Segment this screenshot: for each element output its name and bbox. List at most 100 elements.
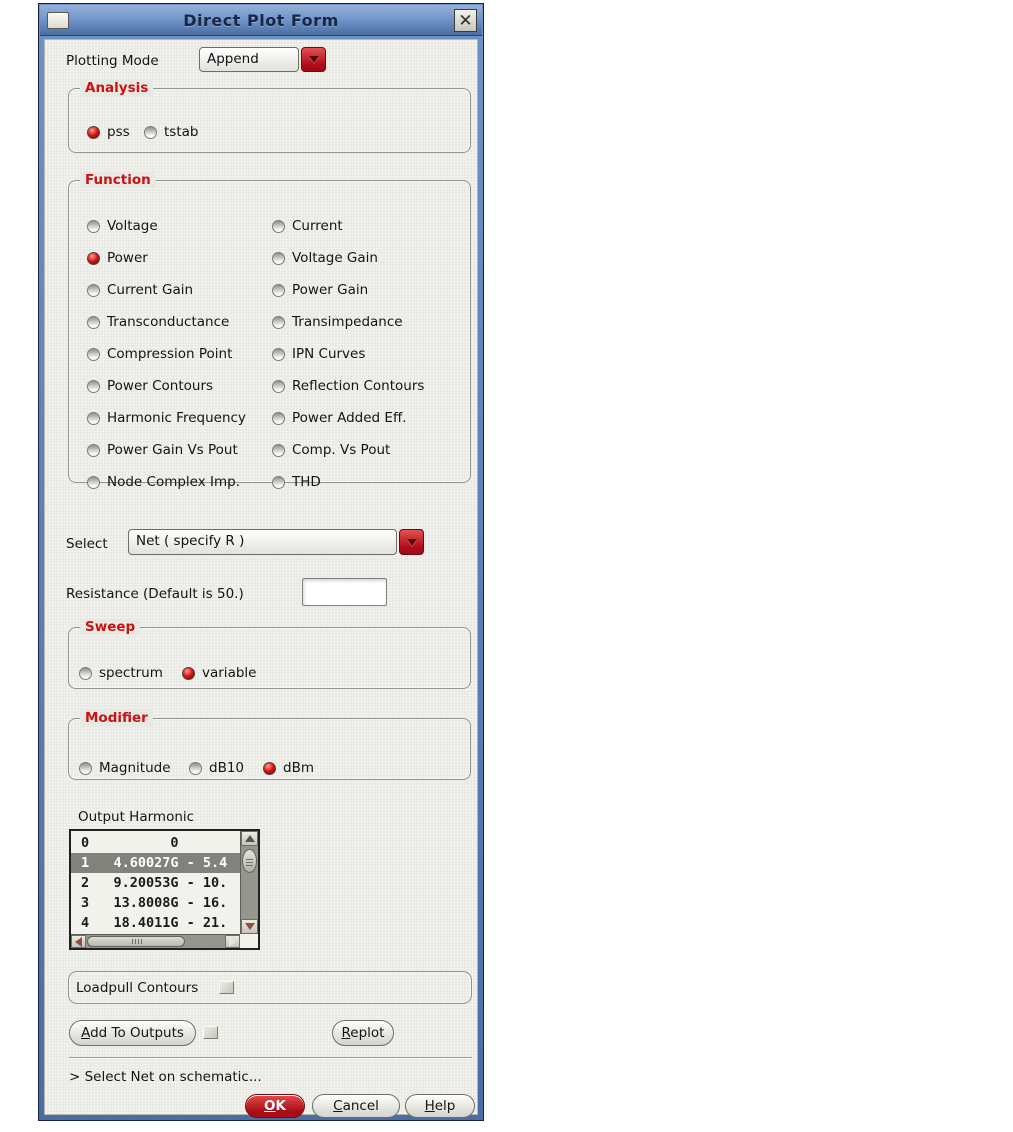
triangle-left-icon	[75, 936, 82, 947]
radio-option-comp-vs-pout[interactable]: Comp. Vs Pout	[272, 442, 424, 458]
dropdown-arrow-button[interactable]	[399, 529, 424, 555]
radio-option-variable[interactable]: variable	[182, 665, 256, 681]
radio-icon	[272, 443, 285, 457]
radio-option-voltage[interactable]: Voltage	[87, 218, 272, 234]
harmonic-row[interactable]: 0 0	[71, 833, 240, 853]
radio-icon	[189, 761, 202, 775]
radio-option-thd[interactable]: THD	[272, 474, 424, 490]
radio-option-harmonic-frequency[interactable]: Harmonic Frequency	[87, 410, 272, 426]
chevron-down-icon	[308, 56, 319, 63]
radio-icon	[144, 125, 157, 139]
direct-plot-form-window: Direct Plot Form ✕ Plotting Mode Append …	[38, 3, 484, 1121]
radio-option-current-gain[interactable]: Current Gain	[87, 282, 272, 298]
radio-icon	[87, 379, 100, 393]
radio-icon	[272, 315, 285, 329]
vertical-scroll-thumb[interactable]	[242, 849, 257, 873]
radio-option-voltage-gain[interactable]: Voltage Gain	[272, 250, 424, 266]
radio-option-db10[interactable]: dB10	[189, 760, 244, 776]
radio-icon	[87, 283, 100, 297]
loadpull-label: Loadpull Contours	[76, 980, 199, 996]
radio-option-power-gain-vs-pout[interactable]: Power Gain Vs Pout	[87, 442, 272, 458]
radio-icon	[87, 443, 100, 457]
analysis-group-title: Analysis	[80, 80, 154, 96]
radio-icon	[79, 666, 92, 680]
radio-option-transconductance[interactable]: Transconductance	[87, 314, 272, 330]
radio-option-power-gain[interactable]: Power Gain	[272, 282, 424, 298]
scroll-left-icon[interactable]	[71, 935, 86, 948]
harmonic-row[interactable]: 1 4.60027G - 5.4	[71, 853, 240, 873]
divider	[69, 1057, 472, 1059]
scroll-down-icon[interactable]	[241, 919, 258, 934]
select-label: Select	[66, 536, 108, 552]
output-harmonic-list: 0 0 1 4.60027G - 5.4 2 9.20053G - 10. 3 …	[69, 829, 260, 950]
radio-option-reflection-contours[interactable]: Reflection Contours	[272, 378, 424, 394]
close-icon[interactable]: ✕	[454, 9, 477, 32]
chevron-down-icon	[406, 538, 417, 546]
radio-option-power-contours[interactable]: Power Contours	[87, 378, 272, 394]
radio-icon	[272, 283, 285, 297]
scrollbar-corner	[240, 934, 258, 948]
radio-icon	[87, 411, 100, 425]
radio-option-node-complex-imp[interactable]: Node Complex Imp.	[87, 474, 272, 490]
window-title: Direct Plot Form	[183, 10, 339, 30]
radio-icon	[272, 475, 285, 489]
radio-option-transimpedance[interactable]: Transimpedance	[272, 314, 424, 330]
radio-option-ipn-curves[interactable]: IPN Curves	[272, 346, 424, 362]
radio-icon	[87, 125, 100, 139]
radio-icon	[272, 251, 285, 265]
radio-option-dbm[interactable]: dBm	[263, 760, 314, 776]
plotting-mode-value: Append	[199, 47, 299, 72]
plotting-mode-dropdown[interactable]: Append	[199, 47, 326, 72]
sweep-group-title: Sweep	[80, 619, 141, 635]
select-value: Net ( specify R )	[128, 529, 397, 555]
plotting-mode-label: Plotting Mode	[66, 53, 159, 69]
radio-icon	[87, 475, 100, 489]
ok-button[interactable]: OK	[245, 1094, 305, 1118]
radio-option-power[interactable]: Power	[87, 250, 272, 266]
help-button[interactable]: Help	[405, 1094, 475, 1118]
resistance-label: Resistance (Default is 50.)	[66, 586, 244, 602]
radio-option-compression-point[interactable]: Compression Point	[87, 346, 272, 362]
triangle-right-icon	[229, 936, 236, 947]
replot-button[interactable]: Replot	[332, 1020, 394, 1046]
radio-icon	[272, 219, 285, 233]
analysis-group: Analysis	[68, 80, 471, 153]
resistance-input[interactable]	[302, 578, 387, 606]
radio-icon	[87, 347, 100, 361]
radio-icon	[263, 761, 276, 775]
radio-icon	[272, 347, 285, 361]
radio-icon	[87, 315, 100, 329]
radio-option-magnitude[interactable]: Magnitude	[79, 760, 171, 776]
harmonic-row[interactable]: 2 9.20053G - 10.	[71, 873, 240, 893]
radio-icon	[272, 411, 285, 425]
radio-option-current[interactable]: Current	[272, 218, 424, 234]
function-options: Voltage Current Power Voltage Gain Curre…	[87, 218, 424, 490]
harmonic-row[interactable]: 4 18.4011G - 21.	[71, 913, 240, 933]
radio-option-pss[interactable]: pss	[87, 124, 130, 140]
radio-icon	[182, 666, 195, 680]
harmonic-rows: 0 0 1 4.60027G - 5.4 2 9.20053G - 10. 3 …	[71, 833, 240, 933]
scroll-up-icon[interactable]	[241, 831, 258, 846]
status-text: > Select Net on schematic...	[69, 1069, 262, 1085]
triangle-down-icon	[244, 923, 255, 930]
radio-option-power-added-eff[interactable]: Power Added Eff.	[272, 410, 424, 426]
scroll-right-icon[interactable]	[225, 935, 240, 948]
radio-icon	[272, 379, 285, 393]
vertical-scrollbar[interactable]	[240, 831, 258, 934]
titlebar[interactable]: Direct Plot Form ✕	[40, 5, 482, 36]
add-to-outputs-checkbox[interactable]	[203, 1026, 218, 1039]
triangle-up-icon	[244, 835, 255, 842]
output-harmonic-label: Output Harmonic	[78, 809, 195, 825]
horizontal-scrollbar[interactable]	[71, 934, 240, 948]
horizontal-scroll-thumb[interactable]	[87, 936, 185, 947]
select-dropdown[interactable]: Net ( specify R )	[128, 529, 424, 555]
radio-option-tstab[interactable]: tstab	[144, 124, 198, 140]
harmonic-row[interactable]: 3 13.8008G - 16.	[71, 893, 240, 913]
dropdown-arrow-button[interactable]	[301, 47, 326, 72]
radio-icon	[87, 251, 100, 265]
add-to-outputs-button[interactable]: Add To Outputs	[69, 1020, 196, 1046]
form-content: Plotting Mode Append Analysis pss tstab …	[44, 39, 478, 1118]
radio-option-spectrum[interactable]: spectrum	[79, 665, 163, 681]
loadpull-checkbox[interactable]	[219, 981, 234, 994]
cancel-button[interactable]: Cancel	[312, 1094, 400, 1118]
